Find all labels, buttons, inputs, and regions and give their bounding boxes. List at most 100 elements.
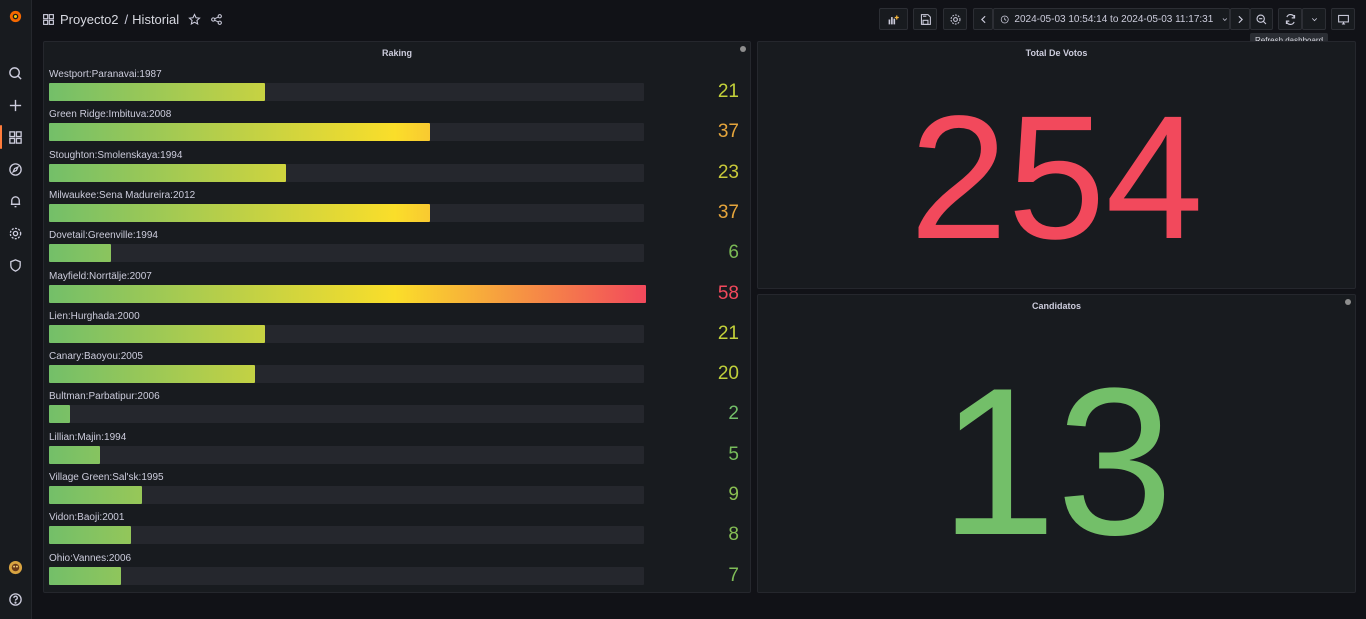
panel-title[interactable]: Total De Votos	[758, 48, 1355, 58]
zoom-out-button[interactable]	[1250, 8, 1273, 30]
bar-fill	[49, 83, 265, 101]
bar-label: Mayfield:Norrtälje:2007	[49, 270, 152, 282]
clock-icon	[1000, 15, 1009, 23]
add-panel-icon	[888, 14, 899, 24]
bar-value: 21	[717, 81, 739, 102]
bar-track	[49, 566, 644, 585]
search-icon[interactable]	[0, 57, 31, 89]
bar-label: Village Green:Sal'sk:1995	[49, 472, 164, 483]
total-votos-panel: Total De Votos 254	[757, 41, 1356, 289]
bar-label: Canary:Baoyou:2005	[49, 351, 143, 363]
bar-value: 37	[717, 201, 739, 223]
bar-fill	[49, 324, 265, 343]
chevron-left-icon	[980, 15, 986, 23]
bar-label: Green Ridge:Imbituva:2008	[49, 109, 172, 121]
bar-label: Westport:Paranavai:1987	[49, 69, 162, 80]
bar-track	[49, 163, 644, 182]
gear-icon	[950, 14, 960, 24]
bar-value: 20	[717, 363, 739, 385]
bar-track	[49, 83, 644, 101]
bar-value: 2	[728, 403, 739, 425]
share-icon[interactable]	[210, 13, 223, 26]
bar-value: 5	[728, 443, 739, 465]
bar-label: Bultman:Parbatipur:2006	[49, 391, 160, 403]
bar-fill	[49, 203, 430, 222]
monitor-icon	[1337, 14, 1349, 24]
bar-value: 8	[728, 524, 739, 546]
bar-label: Dovetail:Greenville:1994	[49, 230, 158, 242]
dashboard-settings-button[interactable]	[943, 8, 967, 30]
stat-value: 254	[909, 80, 1204, 276]
candidatos-panel: Candidatos 13	[757, 294, 1356, 593]
help-icon[interactable]	[0, 583, 31, 615]
bar-track	[49, 123, 644, 142]
chevron-down-icon	[1222, 17, 1228, 21]
sidebar	[0, 0, 32, 619]
bar-value: 23	[717, 161, 739, 183]
refresh-icon	[1285, 13, 1295, 25]
breadcrumb-dashboard[interactable]: Historial	[132, 12, 179, 27]
bar-track	[49, 203, 644, 222]
gear-icon[interactable]	[0, 217, 31, 249]
bar-fill	[49, 566, 121, 585]
add-panel-button[interactable]	[879, 8, 908, 30]
bar-fill	[49, 445, 100, 464]
bell-icon[interactable]	[0, 185, 31, 217]
breadcrumb-folder[interactable]: Proyecto2	[60, 12, 119, 27]
save-dashboard-button[interactable]	[913, 8, 937, 30]
bar-value: 37	[717, 121, 739, 143]
bar-value: 21	[717, 322, 739, 344]
panel-title[interactable]: Raking	[44, 48, 750, 58]
breadcrumb-separator: /	[124, 11, 129, 27]
panel-title[interactable]: Candidatos	[758, 301, 1355, 311]
panel-status-dot	[740, 46, 746, 52]
bar-track	[49, 526, 644, 545]
panel-status-dot	[1345, 299, 1351, 305]
refresh-button[interactable]	[1278, 8, 1302, 30]
bar-fill	[49, 244, 111, 263]
bar-fill	[49, 284, 646, 303]
star-icon[interactable]	[188, 12, 201, 26]
bar-track	[49, 244, 644, 263]
bar-fill	[49, 365, 255, 384]
bar-track	[49, 284, 646, 303]
save-icon	[920, 13, 931, 25]
chevron-down-icon	[1311, 17, 1317, 21]
time-range-text: 2024-05-03 10:54:14 to 2024-05-03 11:17:…	[1014, 13, 1214, 25]
bar-label: Lillian:Majin:1994	[49, 431, 127, 443]
bar-label: Vidon:Baoji:2001	[49, 512, 125, 524]
raking-panel: Raking Westport:Paranavai:1987 21 Green Ri…	[43, 41, 751, 593]
tv-mode-button[interactable]	[1331, 8, 1355, 30]
bar-track	[49, 365, 644, 384]
bar-value: 7	[728, 564, 739, 586]
time-forward-button[interactable]	[1230, 8, 1250, 30]
bar-label: Ohio:Vannes:2006	[49, 552, 132, 564]
plus-icon[interactable]	[0, 89, 31, 121]
bar-fill	[49, 486, 142, 504]
bar-value: 58	[717, 282, 739, 304]
zoom-out-icon	[1256, 13, 1267, 24]
chevron-right-icon	[1237, 15, 1243, 23]
bar-track	[49, 486, 644, 504]
grafana-logo-icon[interactable]	[0, 0, 31, 32]
time-range-picker[interactable]: 2024-05-03 10:54:14 to 2024-05-03 11:17:…	[993, 8, 1230, 30]
bar-value: 6	[728, 242, 739, 264]
user-avatar-icon[interactable]	[0, 551, 31, 583]
shield-icon[interactable]	[0, 249, 31, 281]
bar-track	[49, 324, 644, 343]
bar-track	[49, 445, 644, 464]
refresh-interval-dropdown[interactable]	[1302, 8, 1326, 30]
bar-value: 9	[728, 484, 739, 505]
time-back-button[interactable]	[973, 8, 993, 30]
dashboard-grid-icon	[43, 13, 54, 25]
breadcrumb: Proyecto2 / Historial	[42, 12, 223, 27]
dashboards-icon[interactable]	[0, 121, 31, 153]
stat-value: 13	[939, 344, 1174, 579]
bar-fill	[49, 163, 286, 182]
bar-label: Stoughton:Smolenskaya:1994	[49, 149, 183, 161]
bar-label: Milwaukee:Sena Madureira:2012	[49, 189, 196, 201]
bar-track	[49, 405, 644, 424]
bar-fill	[49, 405, 70, 424]
compass-icon[interactable]	[0, 153, 31, 185]
bar-fill	[49, 526, 131, 545]
